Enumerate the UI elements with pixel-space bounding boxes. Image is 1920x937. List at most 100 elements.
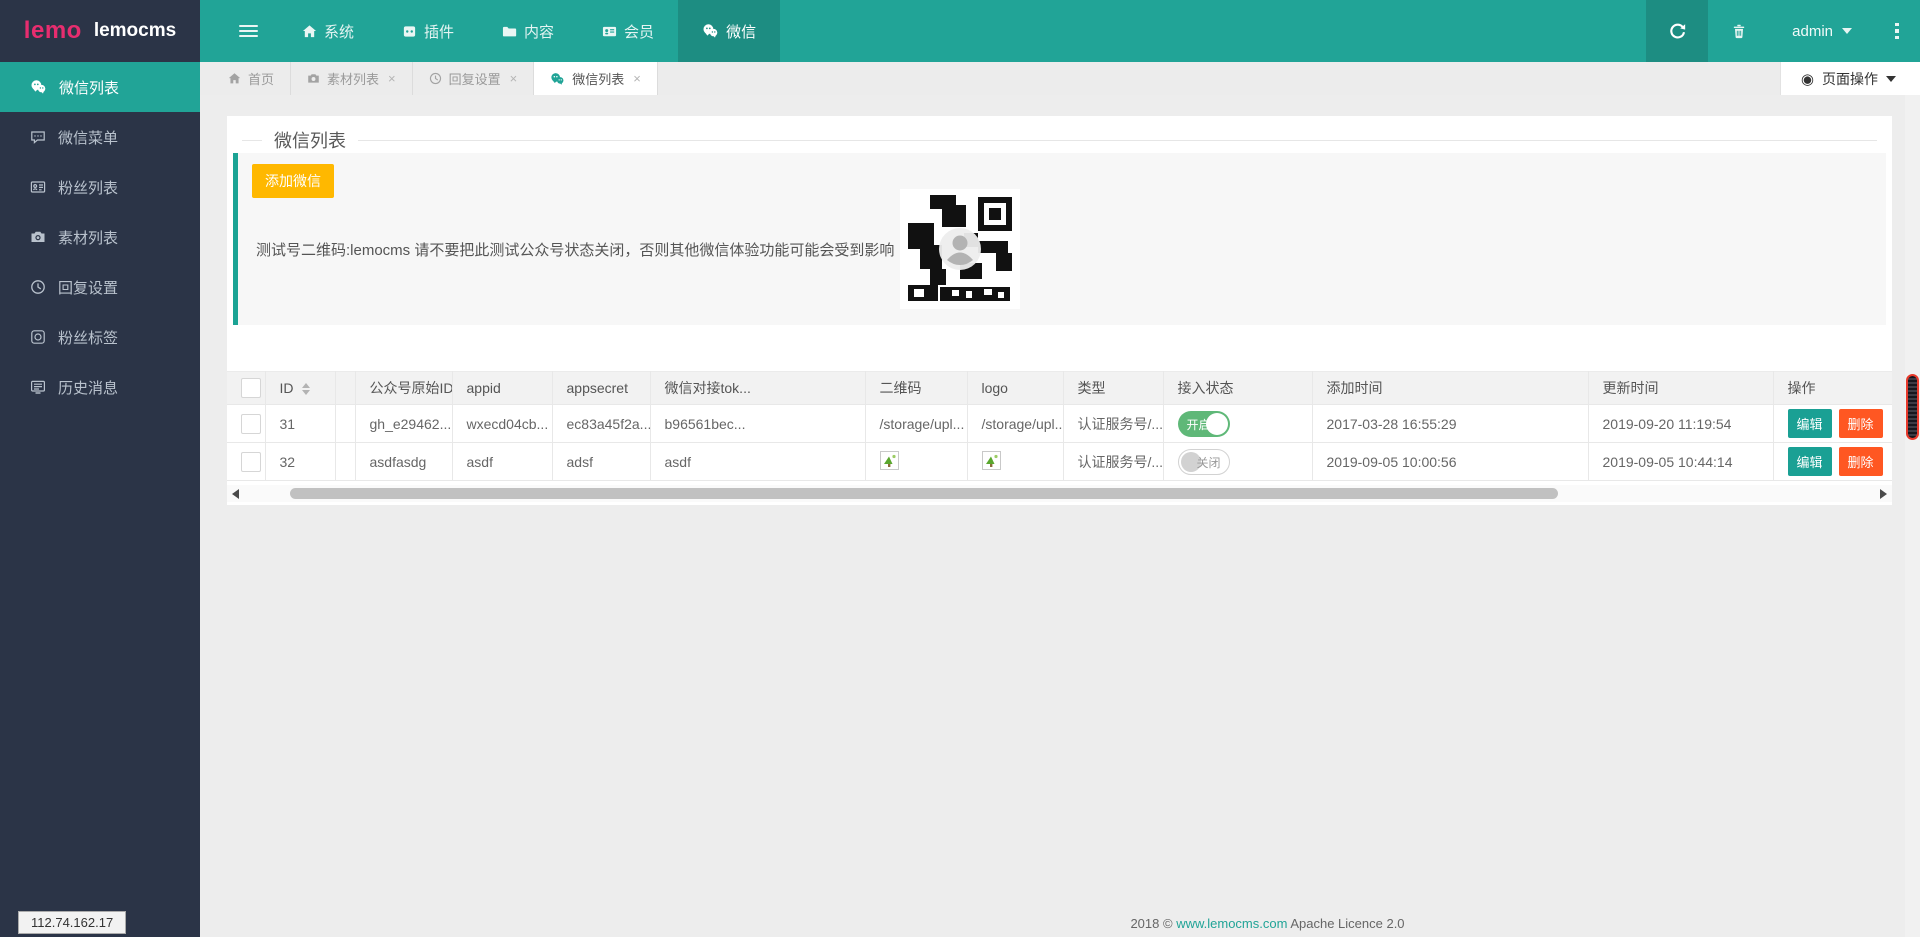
col-type: 类型 <box>1063 372 1163 405</box>
cell-token: asdf <box>650 443 865 481</box>
scroll-left-arrow-icon[interactable] <box>232 489 239 499</box>
top-navbar: lemo lemocms 系统 插件 内容 会员 微信 <box>0 0 1920 62</box>
notice-text: 测试号二维码:lemocms 请不要把此测试公众号状态关闭，否则其他微信体验功能… <box>256 239 894 260</box>
tab-label: 素材列表 <box>327 69 379 88</box>
nav-item-content[interactable]: 内容 <box>478 0 578 62</box>
close-icon[interactable]: × <box>633 71 641 86</box>
horizontal-scrollbar[interactable] <box>227 485 1892 502</box>
wechat-icon <box>702 23 719 39</box>
navbar-right: admin <box>1646 0 1920 62</box>
tab-label: 微信列表 <box>572 69 624 88</box>
nav-item-label: 系统 <box>324 21 354 42</box>
trash-icon <box>1731 23 1747 40</box>
admin-menu[interactable]: admin <box>1770 0 1874 62</box>
clock-icon <box>429 72 442 85</box>
notice-row: 测试号二维码:lemocms 请不要把此测试公众号状态关闭，否则其他微信体验功能… <box>256 189 1020 309</box>
trash-button[interactable] <box>1708 0 1770 62</box>
status-tooltip: 112.74.162.17 <box>18 911 126 934</box>
footer-link[interactable]: www.lemocms.com <box>1176 916 1287 931</box>
sidebar-item-fans-list[interactable]: 粉丝列表 <box>0 162 200 212</box>
close-icon[interactable]: × <box>510 71 518 86</box>
nav-item-system[interactable]: 系统 <box>278 0 378 62</box>
nav-item-wechat[interactable]: 微信 <box>678 0 780 62</box>
sidebar-item-reply-settings[interactable]: 回复设置 <box>0 262 200 312</box>
nav-item-label: 内容 <box>524 21 554 42</box>
sidebar-item-label: 粉丝列表 <box>58 177 118 198</box>
status-toggle[interactable]: 关闭 <box>1178 449 1230 475</box>
cell-created: 2017-03-28 16:55:29 <box>1312 405 1588 443</box>
sidebar-toggle-button[interactable] <box>218 0 278 62</box>
more-options-button[interactable] <box>1874 0 1920 62</box>
sidebar-item-label: 回复设置 <box>58 277 118 298</box>
col-appid: appid <box>452 372 552 405</box>
col-spacer <box>335 372 355 405</box>
col-logo: logo <box>967 372 1063 405</box>
tab-reply-settings[interactable]: 回复设置 × <box>413 62 535 95</box>
cell-id: 31 <box>265 405 335 443</box>
refresh-button[interactable] <box>1646 0 1708 62</box>
admin-username: admin <box>1792 23 1833 40</box>
broken-image-icon <box>880 451 899 470</box>
tab-material-list[interactable]: 素材列表 × <box>291 62 413 95</box>
history-icon <box>30 379 46 395</box>
footer-license: Apache Licence 2.0 <box>1290 916 1404 931</box>
sidebar-item-fans-tags[interactable]: 粉丝标签 <box>0 312 200 362</box>
cell-id: 32 <box>265 443 335 481</box>
refresh-icon <box>1669 23 1686 40</box>
sidebar-item-wechat-list[interactable]: 微信列表 <box>0 62 200 112</box>
col-actions: 操作 <box>1773 372 1892 405</box>
cell-original-id: gh_e29462... <box>355 405 452 443</box>
table-header-row: ID 公众号原始ID appid appsecret 微信对接tok... 二维… <box>227 372 1892 405</box>
select-all-checkbox[interactable] <box>241 378 261 398</box>
tab-home[interactable]: 首页 <box>212 62 291 95</box>
main-nav: 系统 插件 内容 会员 微信 <box>200 0 780 62</box>
sidebar-item-label: 微信列表 <box>59 77 119 98</box>
main-content: 微信列表 添加微信 测试号二维码:lemocms 请不要把此测试公众号状态关闭，… <box>200 95 1920 937</box>
sidebar-item-history-messages[interactable]: 历史消息 <box>0 362 200 412</box>
tab-label: 首页 <box>248 69 274 88</box>
wechat-table: ID 公众号原始ID appid appsecret 微信对接tok... 二维… <box>227 371 1892 481</box>
home-icon <box>302 24 317 39</box>
edit-button[interactable]: 编辑 <box>1788 409 1832 438</box>
nav-item-label: 插件 <box>424 21 454 42</box>
tab-bar: 首页 素材列表 × 回复设置 × 微信列表 × ◉ 页面操作 <box>200 62 1920 95</box>
page-actions-button[interactable]: ◉ 页面操作 <box>1780 62 1920 95</box>
row-checkbox[interactable] <box>241 452 261 472</box>
delete-button[interactable]: 删除 <box>1839 409 1883 438</box>
footer-copyright: 2018 © <box>1130 916 1172 931</box>
col-qrcode: 二维码 <box>865 372 967 405</box>
wechat-list-panel: 微信列表 添加微信 测试号二维码:lemocms 请不要把此测试公众号状态关闭，… <box>227 116 1892 505</box>
vertical-scrollbar-thumb[interactable] <box>1906 374 1919 440</box>
sidebar-item-label: 历史消息 <box>58 377 118 398</box>
close-icon[interactable]: × <box>388 71 396 86</box>
col-appsecret: appsecret <box>552 372 650 405</box>
vertical-scrollbar[interactable] <box>1905 95 1920 937</box>
col-id[interactable]: ID <box>265 372 335 405</box>
tab-wechat-list[interactable]: 微信列表 × <box>534 62 658 95</box>
table-row: 31 gh_e29462... wxecd04cb... ec83a45f2a.… <box>227 405 1892 443</box>
camera-icon <box>307 72 320 85</box>
page-actions-label: 页面操作 <box>1822 69 1878 89</box>
circle-dot-icon: ◉ <box>1801 70 1814 88</box>
sort-icon[interactable] <box>302 383 310 395</box>
page-title: 微信列表 <box>274 127 346 153</box>
cell-type: 认证服务号/... <box>1063 405 1163 443</box>
cell-updated: 2019-09-05 10:44:14 <box>1588 443 1773 481</box>
cell-qrcode: /storage/upl... <box>865 405 967 443</box>
sidebar-item-material-list[interactable]: 素材列表 <box>0 212 200 262</box>
nav-item-label: 会员 <box>624 21 654 42</box>
cell-token: b96561bec... <box>650 405 865 443</box>
cell-logo <box>967 443 1063 481</box>
nav-item-plugin[interactable]: 插件 <box>378 0 478 62</box>
brand[interactable]: lemo lemocms <box>0 0 200 62</box>
scroll-right-arrow-icon[interactable] <box>1880 489 1887 499</box>
delete-button[interactable]: 删除 <box>1839 447 1883 476</box>
chevron-down-icon <box>1886 76 1896 82</box>
sidebar-item-wechat-menu[interactable]: 微信菜单 <box>0 112 200 162</box>
nav-item-member[interactable]: 会员 <box>578 0 678 62</box>
edit-button[interactable]: 编辑 <box>1788 447 1832 476</box>
cell-logo: /storage/upl... <box>967 405 1063 443</box>
row-checkbox[interactable] <box>241 414 261 434</box>
horizontal-scrollbar-thumb[interactable] <box>290 488 1558 499</box>
status-toggle[interactable]: 开启 <box>1178 411 1230 437</box>
